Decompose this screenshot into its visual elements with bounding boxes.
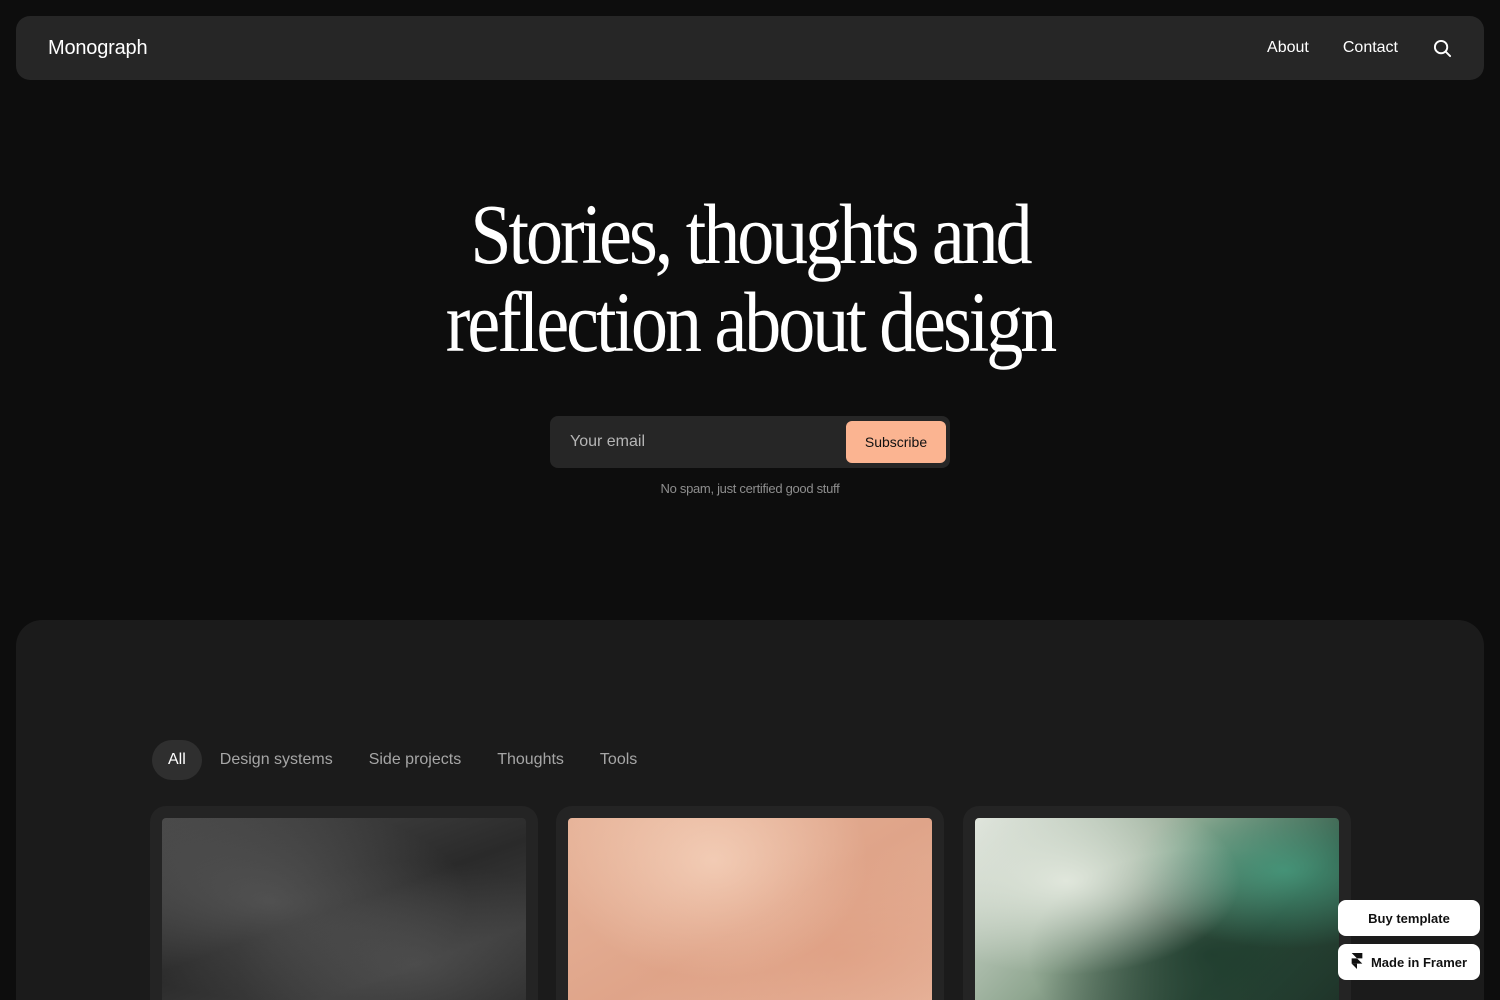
post-card[interactable] <box>963 806 1351 1000</box>
filter-thoughts[interactable]: Thoughts <box>479 740 582 780</box>
top-navbar: Monograph About Contact <box>16 16 1484 80</box>
subscribe-note: No spam, just certified good stuff <box>660 481 840 496</box>
filter-all[interactable]: All <box>152 740 202 780</box>
made-in-framer-button[interactable]: Made in Framer <box>1338 944 1480 980</box>
hero-title-line-2: reflection about design <box>445 274 1058 370</box>
filter-design-systems[interactable]: Design systems <box>202 740 351 780</box>
post-card-image-peach-marble <box>568 818 932 1000</box>
nav-link-about[interactable]: About <box>1267 39 1309 57</box>
search-icon[interactable] <box>1432 38 1452 58</box>
email-input[interactable] <box>570 433 830 451</box>
filter-tools[interactable]: Tools <box>582 740 655 780</box>
post-card[interactable] <box>556 806 944 1000</box>
nav-link-contact[interactable]: Contact <box>1343 39 1398 57</box>
brand-logo[interactable]: Monograph <box>48 37 148 60</box>
nav-menu: About Contact <box>1267 38 1452 58</box>
category-filters: All Design systems Side projects Thought… <box>152 740 655 780</box>
post-card-image-dark-texture <box>162 818 526 1000</box>
made-in-framer-label: Made in Framer <box>1370 954 1468 970</box>
hero-title-line-1: Stories, thoughts and <box>470 186 1032 282</box>
filter-side-projects[interactable]: Side projects <box>351 740 480 780</box>
subscribe-button[interactable]: Subscribe <box>846 421 946 463</box>
buy-template-label: Buy template <box>1368 910 1450 926</box>
post-card[interactable] <box>150 806 538 1000</box>
hero-section: Stories, thoughts and reflection about d… <box>0 190 1500 366</box>
page: Monograph About Contact Stories, thought… <box>0 0 1500 1000</box>
subscribe-form: Subscribe <box>550 416 950 468</box>
buy-template-button[interactable]: Buy template <box>1338 900 1480 936</box>
framer-logo-icon <box>1351 952 1363 972</box>
hero-title: Stories, thoughts and reflection about d… <box>105 190 1395 366</box>
post-card-image-green-leaves <box>975 818 1339 1000</box>
